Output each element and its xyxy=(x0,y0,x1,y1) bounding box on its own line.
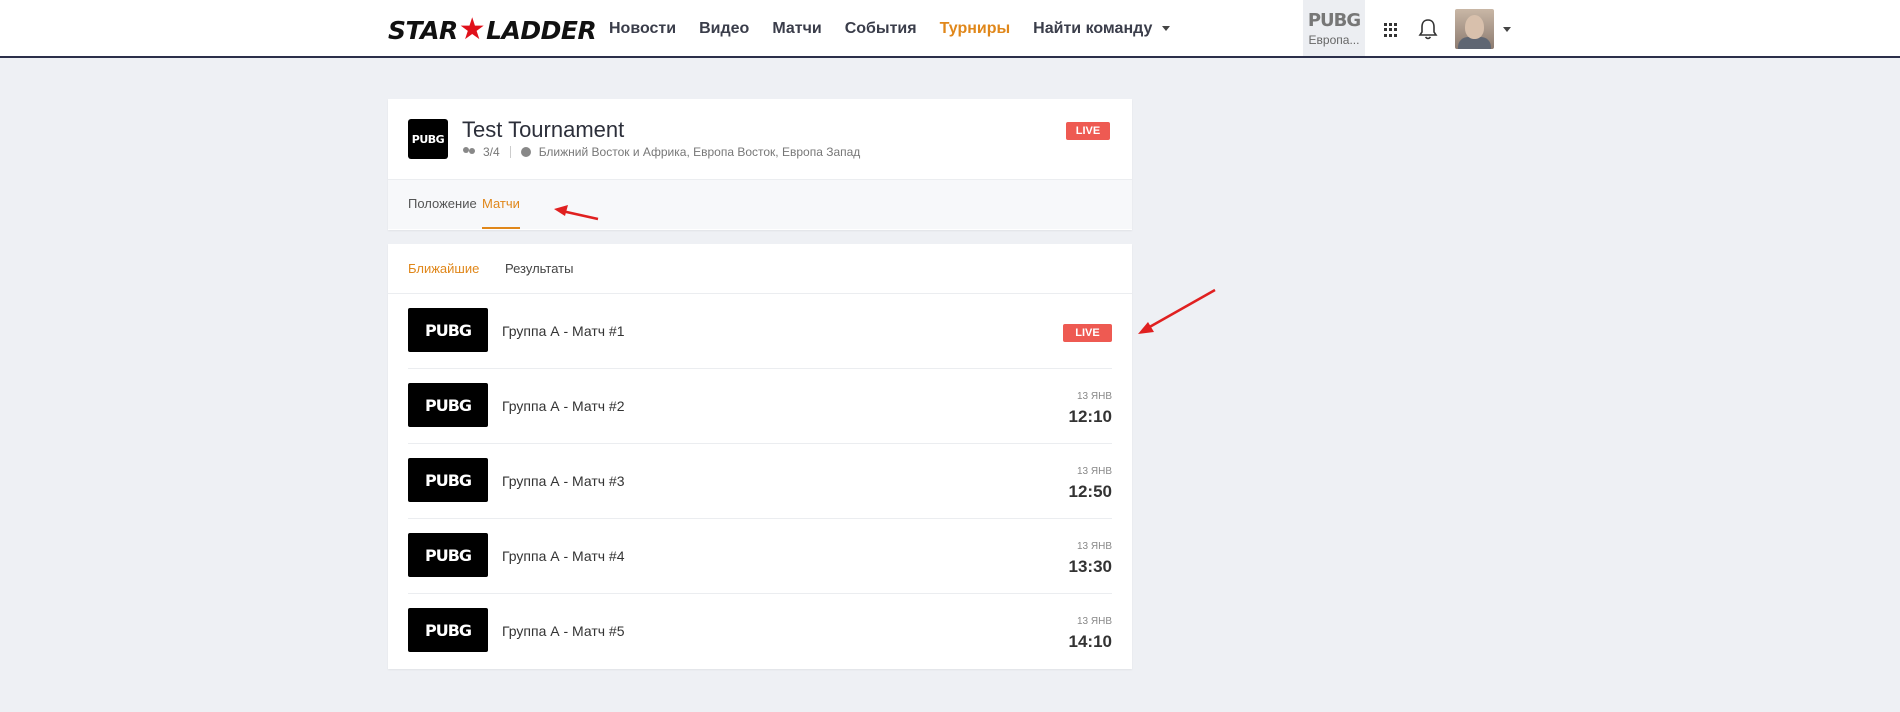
tournament-title: Test Tournament xyxy=(462,117,625,142)
nav-news[interactable]: Новости xyxy=(609,20,676,38)
apps-icon[interactable] xyxy=(1384,23,1398,37)
match-time: 12:50 xyxy=(1068,482,1112,501)
nav-events[interactable]: События xyxy=(845,20,917,38)
tournament-teams-count: 3/4 xyxy=(483,145,500,159)
tournament-header: PUBG Test Tournament 3/4 Ближний Восток … xyxy=(388,99,1132,180)
match-name[interactable]: Группа А - Матч #1 xyxy=(502,323,625,339)
match-time: 13:30 xyxy=(1068,557,1112,576)
logo-text-left: STAR xyxy=(388,15,458,45)
nav-matches[interactable]: Матчи xyxy=(772,20,821,38)
match-game-logo: PUBG xyxy=(408,608,488,652)
tournament-card: PUBG Test Tournament 3/4 Ближний Восток … xyxy=(388,99,1132,230)
match-row[interactable]: PUBG Группа А - Матч #5 13 ЯНВ 14:10 xyxy=(408,594,1112,669)
tournament-meta: 3/4 Ближний Восток и Африка, Европа Вост… xyxy=(463,145,860,159)
match-name[interactable]: Группа А - Матч #5 xyxy=(502,623,625,639)
subtab-upcoming[interactable]: Ближайшие xyxy=(408,261,479,276)
top-navbar: STAR ★ LADDER Новости Видео Матчи Событи… xyxy=(0,0,1900,58)
nav-find-team-label: Найти команду xyxy=(1033,20,1153,37)
match-row[interactable]: PUBG Группа А - Матч #4 13 ЯНВ 13:30 xyxy=(408,519,1112,594)
chevron-down-icon[interactable] xyxy=(1503,27,1511,32)
match-name[interactable]: Группа А - Матч #3 xyxy=(502,473,625,489)
match-date: 13 ЯНВ xyxy=(1076,616,1112,627)
match-row[interactable]: PUBG Группа А - Матч #2 13 ЯНВ 12:10 xyxy=(408,369,1112,444)
game-switcher[interactable]: PUBG Европа... xyxy=(1303,0,1365,56)
tournament-live-badge: LIVE xyxy=(1066,122,1110,140)
tournament-game-logo: PUBG xyxy=(408,119,448,159)
nav-find-team[interactable]: Найти команду xyxy=(1033,20,1171,38)
logo-text-right: LADDER xyxy=(486,15,597,45)
match-game-logo: PUBG xyxy=(408,458,488,502)
subtab-results[interactable]: Результаты xyxy=(505,261,573,276)
tab-matches[interactable]: Матчи xyxy=(482,180,520,229)
match-game-logo: PUBG xyxy=(408,533,488,577)
match-live-badge: LIVE xyxy=(1063,324,1112,342)
tab-standings[interactable]: Положение xyxy=(408,180,477,229)
users-icon xyxy=(463,147,477,157)
meta-divider xyxy=(509,146,511,158)
matches-subtabs: Ближайшие Результаты xyxy=(388,244,1132,294)
match-row[interactable]: PUBG Группа А - Матч #3 13 ЯНВ 12:50 xyxy=(408,444,1112,519)
match-game-logo: PUBG xyxy=(408,383,488,427)
globe-icon xyxy=(520,147,531,157)
nav-tournaments[interactable]: Турниры xyxy=(940,20,1011,38)
match-name[interactable]: Группа А - Матч #4 xyxy=(502,548,625,564)
game-switcher-region: Европа... xyxy=(1308,33,1360,47)
starladder-logo[interactable]: STAR ★ LADDER xyxy=(388,10,597,50)
nav-video[interactable]: Видео xyxy=(699,20,749,38)
main-nav: Новости Видео Матчи События Турниры Найт… xyxy=(609,0,1193,58)
matches-card: Ближайшие Результаты PUBG Группа А - Мат… xyxy=(388,244,1132,669)
game-switcher-name: PUBG xyxy=(1307,10,1361,31)
bell-icon[interactable] xyxy=(1417,17,1439,41)
tournament-regions: Ближний Восток и Африка, Европа Восток, … xyxy=(538,145,861,159)
match-date: 13 ЯНВ xyxy=(1076,391,1112,402)
match-date: 13 ЯНВ xyxy=(1076,541,1112,552)
match-name[interactable]: Группа А - Матч #2 xyxy=(502,398,625,414)
logo-star-icon: ★ xyxy=(458,12,486,47)
match-date: 13 ЯНВ xyxy=(1076,466,1112,477)
annotation-arrow-live xyxy=(1138,288,1216,334)
tournament-tabs: Положение Матчи xyxy=(388,180,1132,229)
chevron-down-icon xyxy=(1162,26,1171,32)
match-time: 12:10 xyxy=(1068,407,1112,426)
match-game-logo: PUBG xyxy=(408,308,488,352)
match-row[interactable]: PUBG Группа А - Матч #1 LIVE xyxy=(408,294,1112,369)
avatar[interactable] xyxy=(1455,9,1494,49)
match-time: 14:10 xyxy=(1068,632,1112,651)
